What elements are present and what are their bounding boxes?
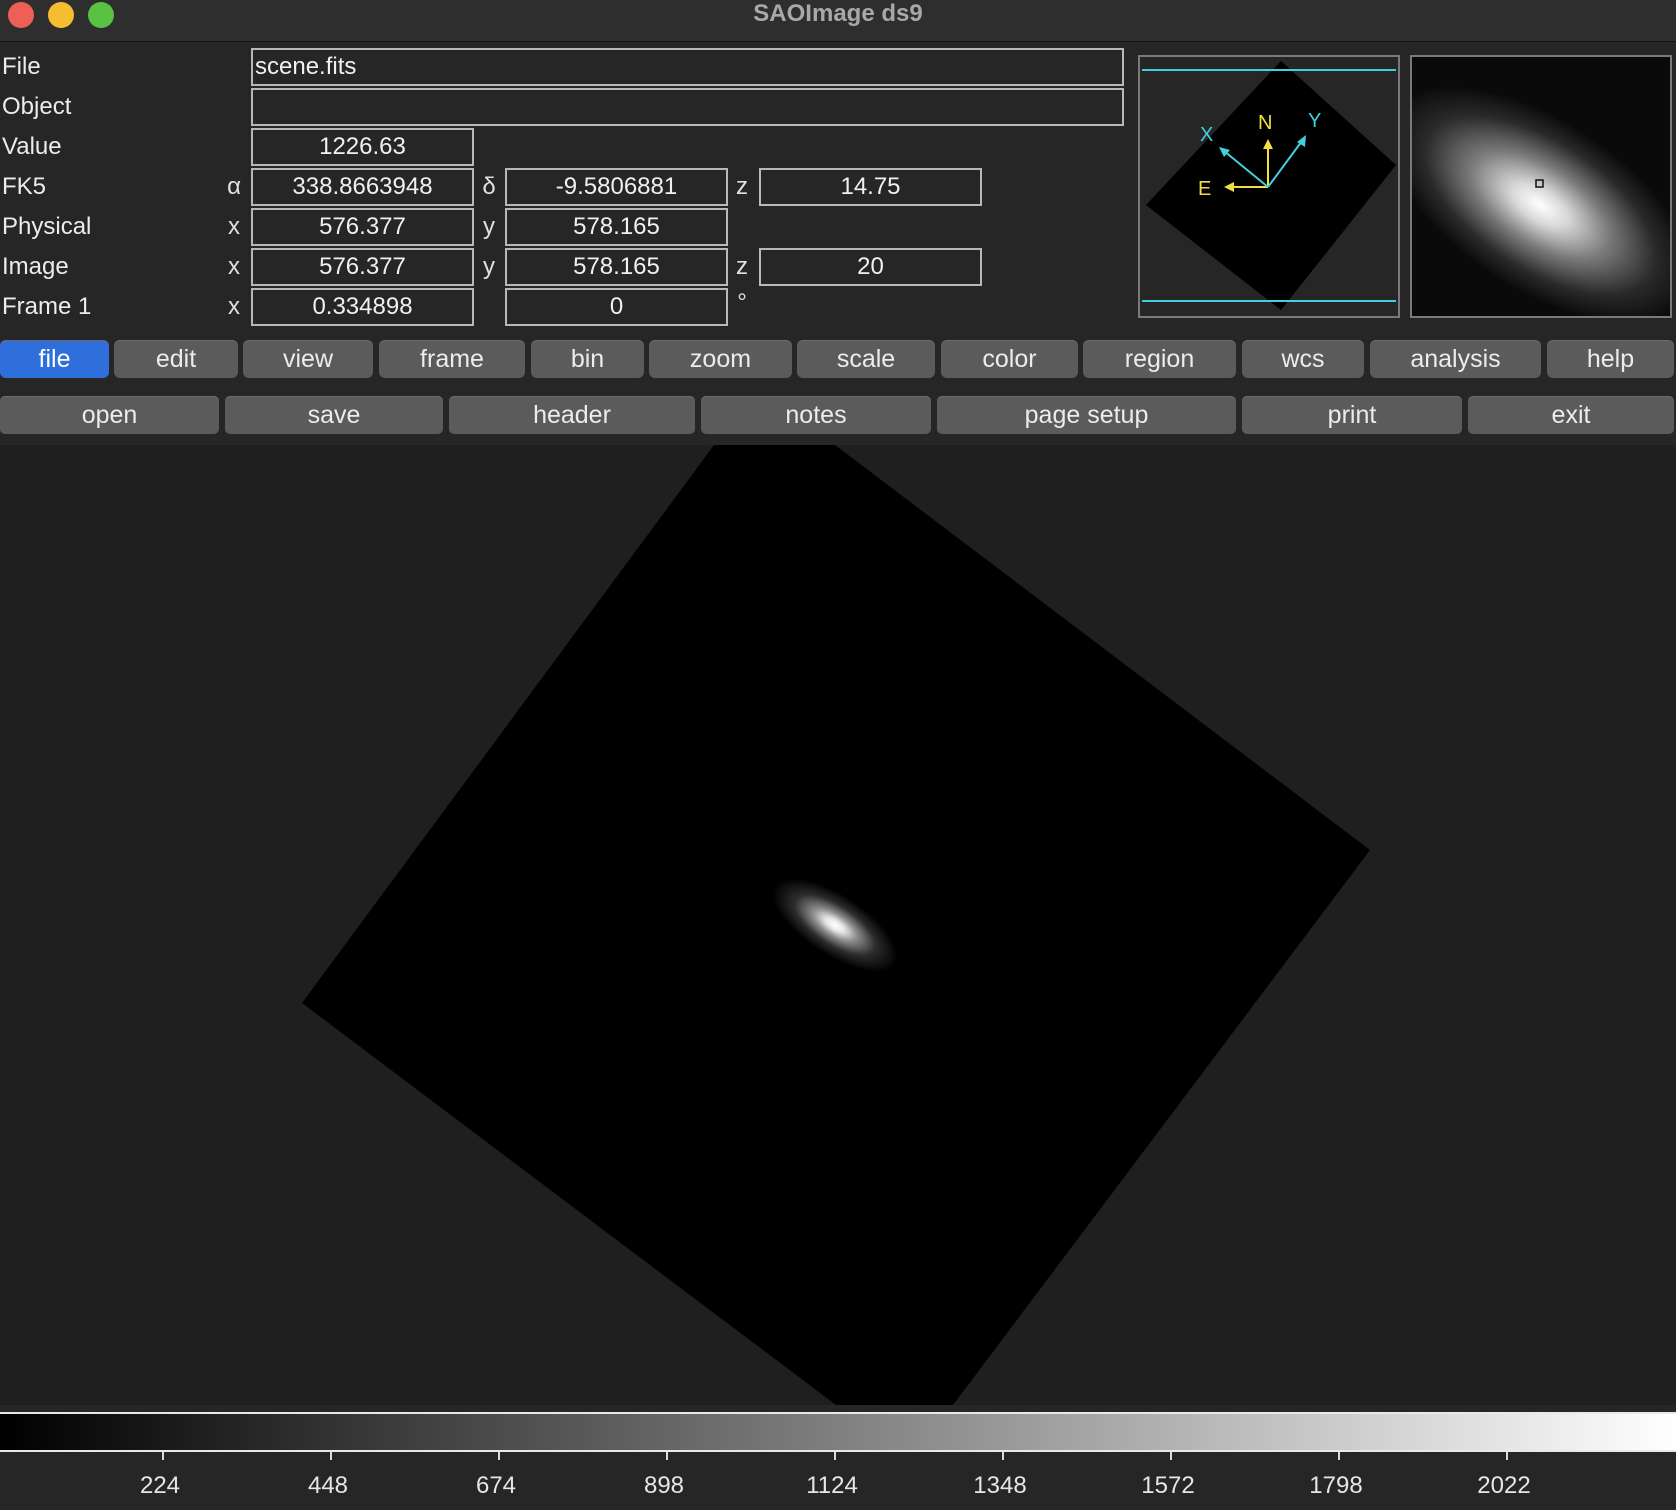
frame-angle-field: 0 [505, 288, 728, 326]
compass-y-label: Y [1308, 110, 1321, 132]
colorbar-tick-label: 1798 [1309, 1472, 1363, 1499]
image-y-field: 578.165 [505, 248, 728, 286]
menu-scale[interactable]: scale [797, 340, 935, 378]
image-label: Image [2, 253, 69, 280]
colorbar-tick [330, 1452, 332, 1460]
ds9-window: SAOImage ds9 File Object Value FK5 Physi… [0, 0, 1676, 1510]
image-display-frame[interactable] [0, 445, 1676, 1405]
main-menubar: file edit view frame bin zoom scale colo… [0, 340, 1676, 380]
image-y-label: y [483, 253, 495, 280]
fk5-z-field: 14.75 [759, 168, 982, 206]
fk5-delta-field: -9.5806881 [505, 168, 728, 206]
image-canvas [0, 445, 1676, 1405]
menu-view[interactable]: view [243, 340, 373, 378]
physical-label: Physical [2, 213, 92, 240]
window-title: SAOImage ds9 [753, 0, 923, 27]
magnifier-graphic [1412, 57, 1670, 316]
colorbar-tick [1338, 1452, 1340, 1460]
alpha-label: α [227, 173, 241, 200]
panner-graphic: X N Y E [1140, 57, 1398, 316]
menu-wcs[interactable]: wcs [1242, 340, 1364, 378]
colorbar-tick-label: 224 [139, 1472, 181, 1499]
colorbar-tick-label: 674 [475, 1472, 517, 1499]
colorbar-tick [162, 1452, 164, 1460]
colorbar-tick-label: 1124 [806, 1472, 858, 1499]
colorbar-tick [1506, 1452, 1508, 1460]
frame-label: Frame 1 [2, 293, 92, 320]
colorbar-tick-label: 898 [643, 1472, 685, 1499]
colorbar-tick [1170, 1452, 1172, 1460]
menu-zoom[interactable]: zoom [649, 340, 792, 378]
fk5-label: FK5 [2, 173, 47, 200]
image-x-field: 576.377 [251, 248, 474, 286]
colorbar[interactable] [0, 1412, 1676, 1452]
physical-x-field: 576.377 [251, 208, 474, 246]
object-field [251, 88, 1124, 126]
frame-x-label: x [228, 293, 240, 320]
physical-y-field: 578.165 [505, 208, 728, 246]
exit-button[interactable]: exit [1468, 396, 1674, 434]
open-button[interactable]: open [0, 396, 219, 434]
colorbar-tick [666, 1452, 668, 1460]
compass-x-label: X [1200, 124, 1213, 146]
menu-analysis[interactable]: analysis [1370, 340, 1541, 378]
compass-e-label: E [1198, 178, 1211, 200]
fk5-alpha-field: 338.8663948 [251, 168, 474, 206]
physical-y-label: y [483, 213, 495, 240]
object-label: Object [2, 93, 72, 120]
frame-zoom-field: 0.334898 [251, 288, 474, 326]
compass-n-label: N [1258, 112, 1272, 134]
colorbar-tick [834, 1452, 836, 1460]
menu-frame[interactable]: frame [379, 340, 525, 378]
degree-symbol: ° [737, 289, 747, 316]
title-bar: SAOImage ds9 [0, 0, 1676, 42]
colorbar-tick [498, 1452, 500, 1460]
image-z-field: 20 [759, 248, 982, 286]
image-z-label: z [736, 253, 748, 280]
header-button[interactable]: header [449, 396, 695, 434]
save-button[interactable]: save [225, 396, 443, 434]
file-field: scene.fits [251, 48, 1124, 86]
magnifier-view [1410, 55, 1672, 318]
pixel-value-field: 1226.63 [251, 128, 474, 166]
delta-label: δ [482, 173, 496, 200]
page-setup-button[interactable]: page setup [937, 396, 1236, 434]
value-label: Value [2, 133, 62, 160]
menu-edit[interactable]: edit [114, 340, 238, 378]
colorbar-tick-label: 1572 [1141, 1472, 1195, 1499]
image-x-label: x [228, 253, 240, 280]
menu-region[interactable]: region [1083, 340, 1236, 378]
menu-help[interactable]: help [1547, 340, 1674, 378]
physical-x-label: x [228, 213, 240, 240]
file-buttonbar: open save header notes page setup print … [0, 396, 1676, 436]
menu-bin[interactable]: bin [531, 340, 644, 378]
menu-file[interactable]: file [0, 340, 109, 378]
fk5-z-label: z [736, 173, 748, 200]
colorbar-tick-label: 2022 [1477, 1472, 1531, 1499]
notes-button[interactable]: notes [701, 396, 931, 434]
colorbar-tick-label: 448 [307, 1472, 349, 1499]
colorbar-ticks: 224 448 674 898 1124 1348 1572 1798 2022 [0, 1452, 1676, 1510]
menu-color[interactable]: color [941, 340, 1078, 378]
colorbar-tick-label: 1348 [973, 1472, 1027, 1499]
file-label: File [2, 53, 41, 80]
panner-view[interactable]: X N Y E [1138, 55, 1400, 318]
colorbar-tick [1002, 1452, 1004, 1460]
print-button[interactable]: print [1242, 396, 1462, 434]
